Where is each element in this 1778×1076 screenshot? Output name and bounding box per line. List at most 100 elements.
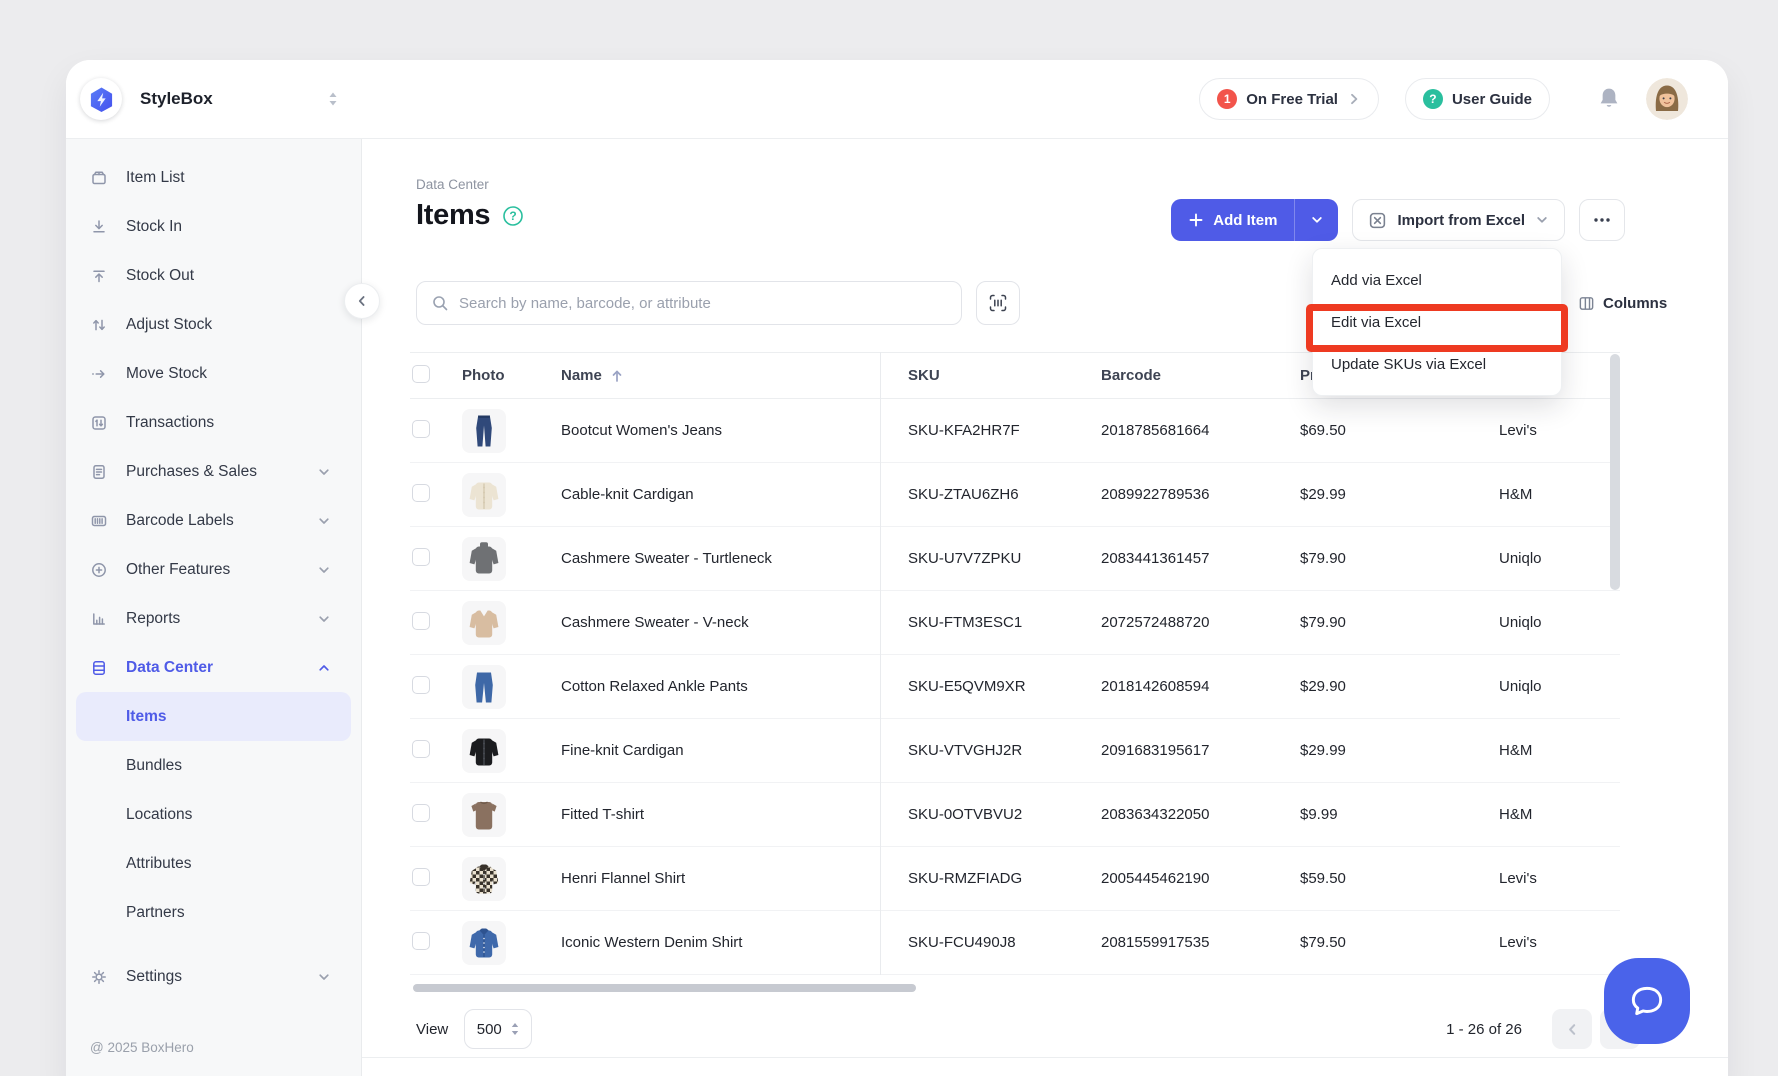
search-input[interactable] [459, 295, 947, 312]
table-row[interactable]: Fine-knit CardiganSKU-VTVGHJ2R2091683195… [410, 719, 1620, 783]
sidebar-item-settings[interactable]: Settings [66, 952, 361, 1001]
user-guide-pill[interactable]: ? User Guide [1405, 78, 1550, 120]
row-checkbox-cell [410, 548, 458, 570]
sidebar-item-other-features[interactable]: Other Features [66, 545, 361, 594]
row-checkbox[interactable] [412, 548, 430, 566]
sidebar-item-stock-out[interactable]: Stock Out [66, 251, 361, 300]
table-row[interactable]: Cable-knit CardiganSKU-ZTAU6ZH6208992278… [410, 463, 1620, 527]
chevron-down-icon [317, 970, 331, 984]
item-photo [462, 793, 506, 837]
item-barcode: 2081559917535 [1095, 934, 1295, 951]
horizontal-scrollbar[interactable] [413, 984, 916, 992]
sidebar-subitem-locations[interactable]: Locations [76, 790, 351, 839]
sidebar-item-stock-in[interactable]: Stock In [66, 202, 361, 251]
menu-item-add-via-excel[interactable]: Add via Excel [1313, 259, 1561, 301]
item-barcode: 2083634322050 [1095, 806, 1295, 823]
row-checkbox[interactable] [412, 676, 430, 694]
app-logo [80, 78, 122, 120]
row-checkbox[interactable] [412, 612, 430, 630]
row-checkbox[interactable] [412, 484, 430, 502]
table-row[interactable]: Bootcut Women's JeansSKU-KFA2HR7F2018785… [410, 399, 1620, 463]
chat-fab-button[interactable] [1604, 958, 1690, 1044]
chevron-left-icon [1565, 1022, 1580, 1037]
database-icon [90, 659, 108, 677]
add-item-caret-button[interactable] [1294, 199, 1338, 241]
sidebar-item-reports[interactable]: Reports [66, 594, 361, 643]
row-range-label: 1 - 26 of 26 [1446, 1021, 1522, 1038]
item-sku: SKU-E5QVM9XR [880, 678, 1095, 695]
sidebar-item-transactions[interactable]: Transactions [66, 398, 361, 447]
table-row[interactable]: Cotton Relaxed Ankle PantsSKU-E5QVM9XR20… [410, 655, 1620, 719]
sidebar-item-label: Data Center [126, 659, 317, 677]
row-checkbox[interactable] [412, 868, 430, 886]
sidebar-item-label: Adjust Stock [126, 316, 331, 334]
add-item-button[interactable]: Add Item [1171, 199, 1338, 241]
item-brand: Uniqlo [1492, 678, 1620, 695]
sidebar-subitem-bundles[interactable]: Bundles [76, 741, 351, 790]
item-price: $29.99 [1295, 486, 1492, 503]
import-from-excel-button[interactable]: Import from Excel [1352, 199, 1565, 241]
sidebar-item-move-stock[interactable]: Move Stock [66, 349, 361, 398]
item-barcode: 2018785681664 [1095, 422, 1295, 439]
sidebar-collapse-button[interactable] [344, 283, 380, 319]
sidebar-subitem-attributes[interactable]: Attributes [76, 839, 351, 888]
move-stock-icon [90, 365, 108, 383]
row-checkbox[interactable] [412, 740, 430, 758]
more-actions-button[interactable] [1579, 199, 1625, 241]
transactions-icon [90, 414, 108, 432]
stock-in-icon [90, 218, 108, 236]
item-name: Fitted T-shirt [558, 806, 880, 823]
workspace-updown-icon[interactable] [326, 91, 340, 107]
sidebar-item-item-list[interactable]: Item List [66, 153, 361, 202]
free-trial-pill[interactable]: 1 On Free Trial [1199, 78, 1379, 120]
item-price: $29.99 [1295, 742, 1492, 759]
row-checkbox[interactable] [412, 932, 430, 950]
sidebar-item-purchases-sales[interactable]: Purchases & Sales [66, 447, 361, 496]
item-name: Cable-knit Cardigan [558, 486, 880, 503]
item-price: $79.90 [1295, 550, 1492, 567]
breadcrumb: Data Center [416, 177, 524, 192]
table-row[interactable]: Cashmere Sweater - V-neckSKU-FTM3ESC1207… [410, 591, 1620, 655]
sidebar-item-label: Other Features [126, 561, 317, 579]
help-icon[interactable]: ? [502, 205, 524, 227]
row-checkbox[interactable] [412, 804, 430, 822]
page-title: Items [416, 199, 490, 232]
prev-page-button[interactable] [1552, 1009, 1592, 1049]
sidebar: Item ListStock InStock Out Adjust Stock Mo… [66, 139, 362, 1076]
table-row[interactable]: Fitted T-shirtSKU-0OTVBVU22083634322050$… [410, 783, 1620, 847]
vertical-scrollbar[interactable] [1610, 354, 1620, 590]
sidebar-subitem-partners[interactable]: Partners [76, 888, 351, 937]
table-row[interactable]: Henri Flannel ShirtSKU-RMZFIADG200544546… [410, 847, 1620, 911]
sidebar-item-label: Transactions [126, 414, 331, 432]
item-name: Henri Flannel Shirt [558, 870, 880, 887]
header-sku[interactable]: SKU [880, 367, 1095, 384]
scan-barcode-icon [988, 293, 1008, 313]
item-photo [462, 729, 506, 773]
page-size-select[interactable]: 500 [464, 1009, 532, 1049]
chevron-right-icon [1347, 92, 1361, 106]
columns-button[interactable]: Columns [1578, 281, 1667, 325]
item-photo [462, 473, 506, 517]
avatar[interactable] [1646, 78, 1688, 120]
row-checkbox[interactable] [412, 420, 430, 438]
header-barcode[interactable]: Barcode [1095, 367, 1295, 384]
barcode-scan-button[interactable] [976, 281, 1020, 325]
select-all-checkbox[interactable] [412, 365, 430, 383]
chevron-down-icon [317, 514, 331, 528]
header-name[interactable]: Name [558, 367, 880, 384]
sidebar-item-data-center[interactable]: Data Center [66, 643, 361, 692]
row-checkbox-cell [410, 804, 458, 826]
header-photo[interactable]: Photo [458, 367, 558, 384]
sidebar-item-adjust-stock[interactable]: Adjust Stock [66, 300, 361, 349]
table-row[interactable]: Cashmere Sweater - TurtleneckSKU-U7V7ZPK… [410, 527, 1620, 591]
table-row[interactable]: Iconic Western Denim ShirtSKU-FCU490J820… [410, 911, 1620, 975]
workspace-name: StyleBox [140, 89, 213, 109]
item-sku: SKU-FTM3ESC1 [880, 614, 1095, 631]
sidebar-item-barcode-labels[interactable]: Barcode Labels [66, 496, 361, 545]
menu-item-edit-via-excel[interactable]: Edit via Excel [1313, 301, 1561, 343]
sidebar-subitem-items[interactable]: Items [76, 692, 351, 741]
menu-item-update-skus-via-excel[interactable]: Update SKUs via Excel [1313, 343, 1561, 385]
workspace-switcher[interactable]: StyleBox [66, 78, 362, 120]
item-photo [462, 409, 506, 453]
bell-icon[interactable] [1596, 86, 1622, 112]
